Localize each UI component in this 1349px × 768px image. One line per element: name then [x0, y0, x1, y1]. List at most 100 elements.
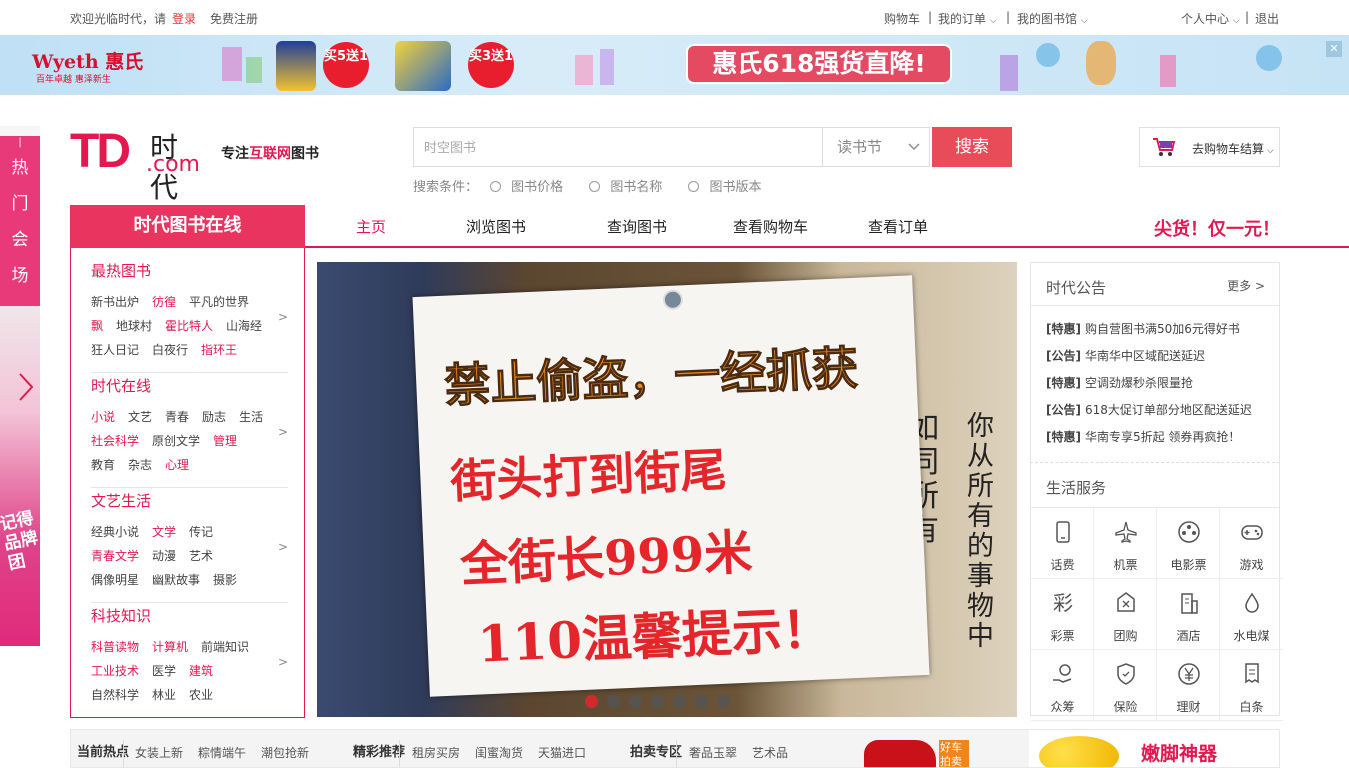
- category-link[interactable]: 工业技术: [91, 664, 139, 678]
- category-link[interactable]: 指环王: [201, 343, 237, 357]
- chevron-right-icon[interactable]: >: [278, 425, 288, 439]
- category-link[interactable]: 林业: [152, 688, 176, 702]
- carousel-dot[interactable]: [651, 695, 664, 708]
- category-link[interactable]: 心理: [165, 458, 189, 472]
- category-link[interactable]: 幽默故事: [152, 573, 200, 587]
- category-link[interactable]: 平凡的世界: [189, 295, 249, 309]
- service-plane[interactable]: 机票: [1094, 508, 1157, 579]
- strip-link[interactable]: 粽情端午: [198, 744, 246, 761]
- strip-link[interactable]: 艺术品: [752, 744, 788, 761]
- category-link[interactable]: 文艺: [128, 410, 152, 424]
- category-link[interactable]: 霍比特人: [165, 319, 213, 333]
- register-link[interactable]: 免费注册: [210, 12, 258, 26]
- announcement-item[interactable]: [特惠] 空调劲爆秒杀限量抢: [1046, 374, 1252, 401]
- condition-title[interactable]: 图书名称: [581, 176, 662, 195]
- service-gamepad[interactable]: 游戏: [1220, 508, 1283, 579]
- category-title[interactable]: 文艺生活: [91, 490, 288, 511]
- nav-search-books[interactable]: 查询图书: [607, 216, 667, 237]
- announcement-item[interactable]: [特惠] 华南专享5折起 领券再疯抢！: [1046, 428, 1252, 455]
- my-library-link[interactable]: 我的图书馆 ⌵: [1017, 10, 1088, 27]
- service-group-buy[interactable]: 团购: [1094, 579, 1157, 650]
- category-title[interactable]: 科技知识: [91, 605, 288, 626]
- category-link[interactable]: 农业: [189, 688, 213, 702]
- category-title[interactable]: 最热图书: [91, 260, 288, 281]
- category-link[interactable]: 文学: [152, 525, 176, 539]
- category-header[interactable]: 时代图书在线: [70, 205, 305, 248]
- category-link[interactable]: 经典小说: [91, 525, 139, 539]
- strip-link[interactable]: 天猫进口: [538, 744, 586, 761]
- car-image[interactable]: [864, 740, 936, 767]
- user-center-link[interactable]: 个人中心 ⌵: [1181, 10, 1240, 27]
- category-link[interactable]: 青春: [165, 410, 189, 424]
- service-water-drop[interactable]: 水电煤: [1220, 579, 1283, 650]
- condition-edition[interactable]: 图书版本: [680, 176, 761, 195]
- radio-icon[interactable]: [688, 181, 700, 192]
- service-hotel[interactable]: 酒店: [1157, 579, 1220, 650]
- ad-banner[interactable]: Wyeth 惠氏 百年卓越 惠泽新生 买5送1 买3送1 惠氏618强货直降! …: [0, 35, 1349, 95]
- hero-carousel[interactable]: 如同所有 你从所有的事物中 禁止偷盗，一经抓获 街头打到街尾 全街长999米 1…: [317, 262, 1017, 717]
- chevron-right-icon[interactable]: [0, 364, 40, 410]
- category-link[interactable]: 励志: [202, 410, 226, 424]
- close-icon[interactable]: ✕: [1326, 41, 1342, 57]
- category-link[interactable]: 地球村: [116, 319, 152, 333]
- chevron-right-icon[interactable]: >: [278, 310, 288, 324]
- announcement-item[interactable]: [公告] 618大促订单部分地区配送延迟: [1046, 401, 1252, 428]
- category-link[interactable]: 生活: [239, 410, 263, 424]
- radio-icon[interactable]: [490, 181, 502, 192]
- nav-view-orders[interactable]: 查看订单: [868, 216, 928, 237]
- category-link[interactable]: 前端知识: [201, 640, 249, 654]
- category-link[interactable]: 传记: [189, 525, 213, 539]
- category-link[interactable]: 彷徨: [152, 295, 176, 309]
- service-phone[interactable]: 话费: [1031, 508, 1094, 579]
- cart-link[interactable]: 购物车: [884, 10, 920, 27]
- logout-link[interactable]: 退出: [1255, 10, 1279, 27]
- category-link[interactable]: 白夜行: [152, 343, 188, 357]
- carousel-dot[interactable]: [629, 695, 642, 708]
- category-link[interactable]: 管理: [213, 434, 237, 448]
- category-link[interactable]: 科普读物: [91, 640, 139, 654]
- category-link[interactable]: 动漫: [152, 549, 176, 563]
- category-link[interactable]: 偶像明星: [91, 573, 139, 587]
- my-orders-link[interactable]: 我的订单 ⌵: [938, 10, 997, 27]
- category-link[interactable]: 艺术: [189, 549, 213, 563]
- category-link[interactable]: 建筑: [189, 664, 213, 678]
- category-link[interactable]: 飘: [91, 319, 103, 333]
- announcement-more-link[interactable]: 更多 >: [1227, 277, 1265, 294]
- category-link[interactable]: 新书出炉: [91, 295, 139, 309]
- nav-home[interactable]: 主页: [356, 216, 386, 237]
- category-link[interactable]: 教育: [91, 458, 115, 472]
- strip-link[interactable]: 闺蜜淘货: [475, 744, 523, 761]
- service-crowdfund[interactable]: 众筹: [1031, 650, 1094, 721]
- category-link[interactable]: 医学: [152, 664, 176, 678]
- chevron-right-icon[interactable]: >: [278, 655, 288, 669]
- category-link[interactable]: 社会科学: [91, 434, 139, 448]
- category-link[interactable]: 狂人日记: [91, 343, 139, 357]
- nav-browse-books[interactable]: 浏览图书: [466, 216, 526, 237]
- category-link[interactable]: 自然科学: [91, 688, 139, 702]
- login-link[interactable]: 登录: [172, 12, 196, 26]
- checkout-cart-button[interactable]: 去购物车结算 ⌵: [1139, 127, 1280, 167]
- nav-hot-deal[interactable]: 尖货！仅一元！: [1154, 215, 1280, 241]
- category-link[interactable]: 计算机: [152, 640, 188, 654]
- strip-ad[interactable]: 嫩脚神器: [1029, 730, 1279, 767]
- strip-link[interactable]: 潮包抢新: [261, 744, 309, 761]
- carousel-dot[interactable]: [673, 695, 686, 708]
- radio-icon[interactable]: [589, 181, 601, 192]
- search-category-select[interactable]: 读书节: [822, 127, 930, 167]
- category-link[interactable]: 青春文学: [91, 549, 139, 563]
- announcement-item[interactable]: [公告] 华南华中区域配送延迟: [1046, 347, 1252, 374]
- service-lottery[interactable]: 彩彩票: [1031, 579, 1094, 650]
- carousel-dot[interactable]: [695, 695, 708, 708]
- service-yuan[interactable]: 理财: [1157, 650, 1220, 721]
- category-link[interactable]: 山海经: [226, 319, 262, 333]
- category-link[interactable]: 摄影: [213, 573, 237, 587]
- chevron-right-icon[interactable]: >: [278, 540, 288, 554]
- nav-view-cart[interactable]: 查看购物车: [733, 216, 808, 237]
- category-link[interactable]: 原创文学: [152, 434, 200, 448]
- category-link[interactable]: 小说: [91, 410, 115, 424]
- strip-link[interactable]: 女装上新: [135, 744, 183, 761]
- service-receipt[interactable]: 白条: [1220, 650, 1283, 721]
- announcement-item[interactable]: [特惠] 购自营图书满50加6元得好书: [1046, 320, 1252, 347]
- carousel-dot[interactable]: [607, 695, 620, 708]
- car-auction-tag[interactable]: 好车拍卖: [939, 740, 969, 767]
